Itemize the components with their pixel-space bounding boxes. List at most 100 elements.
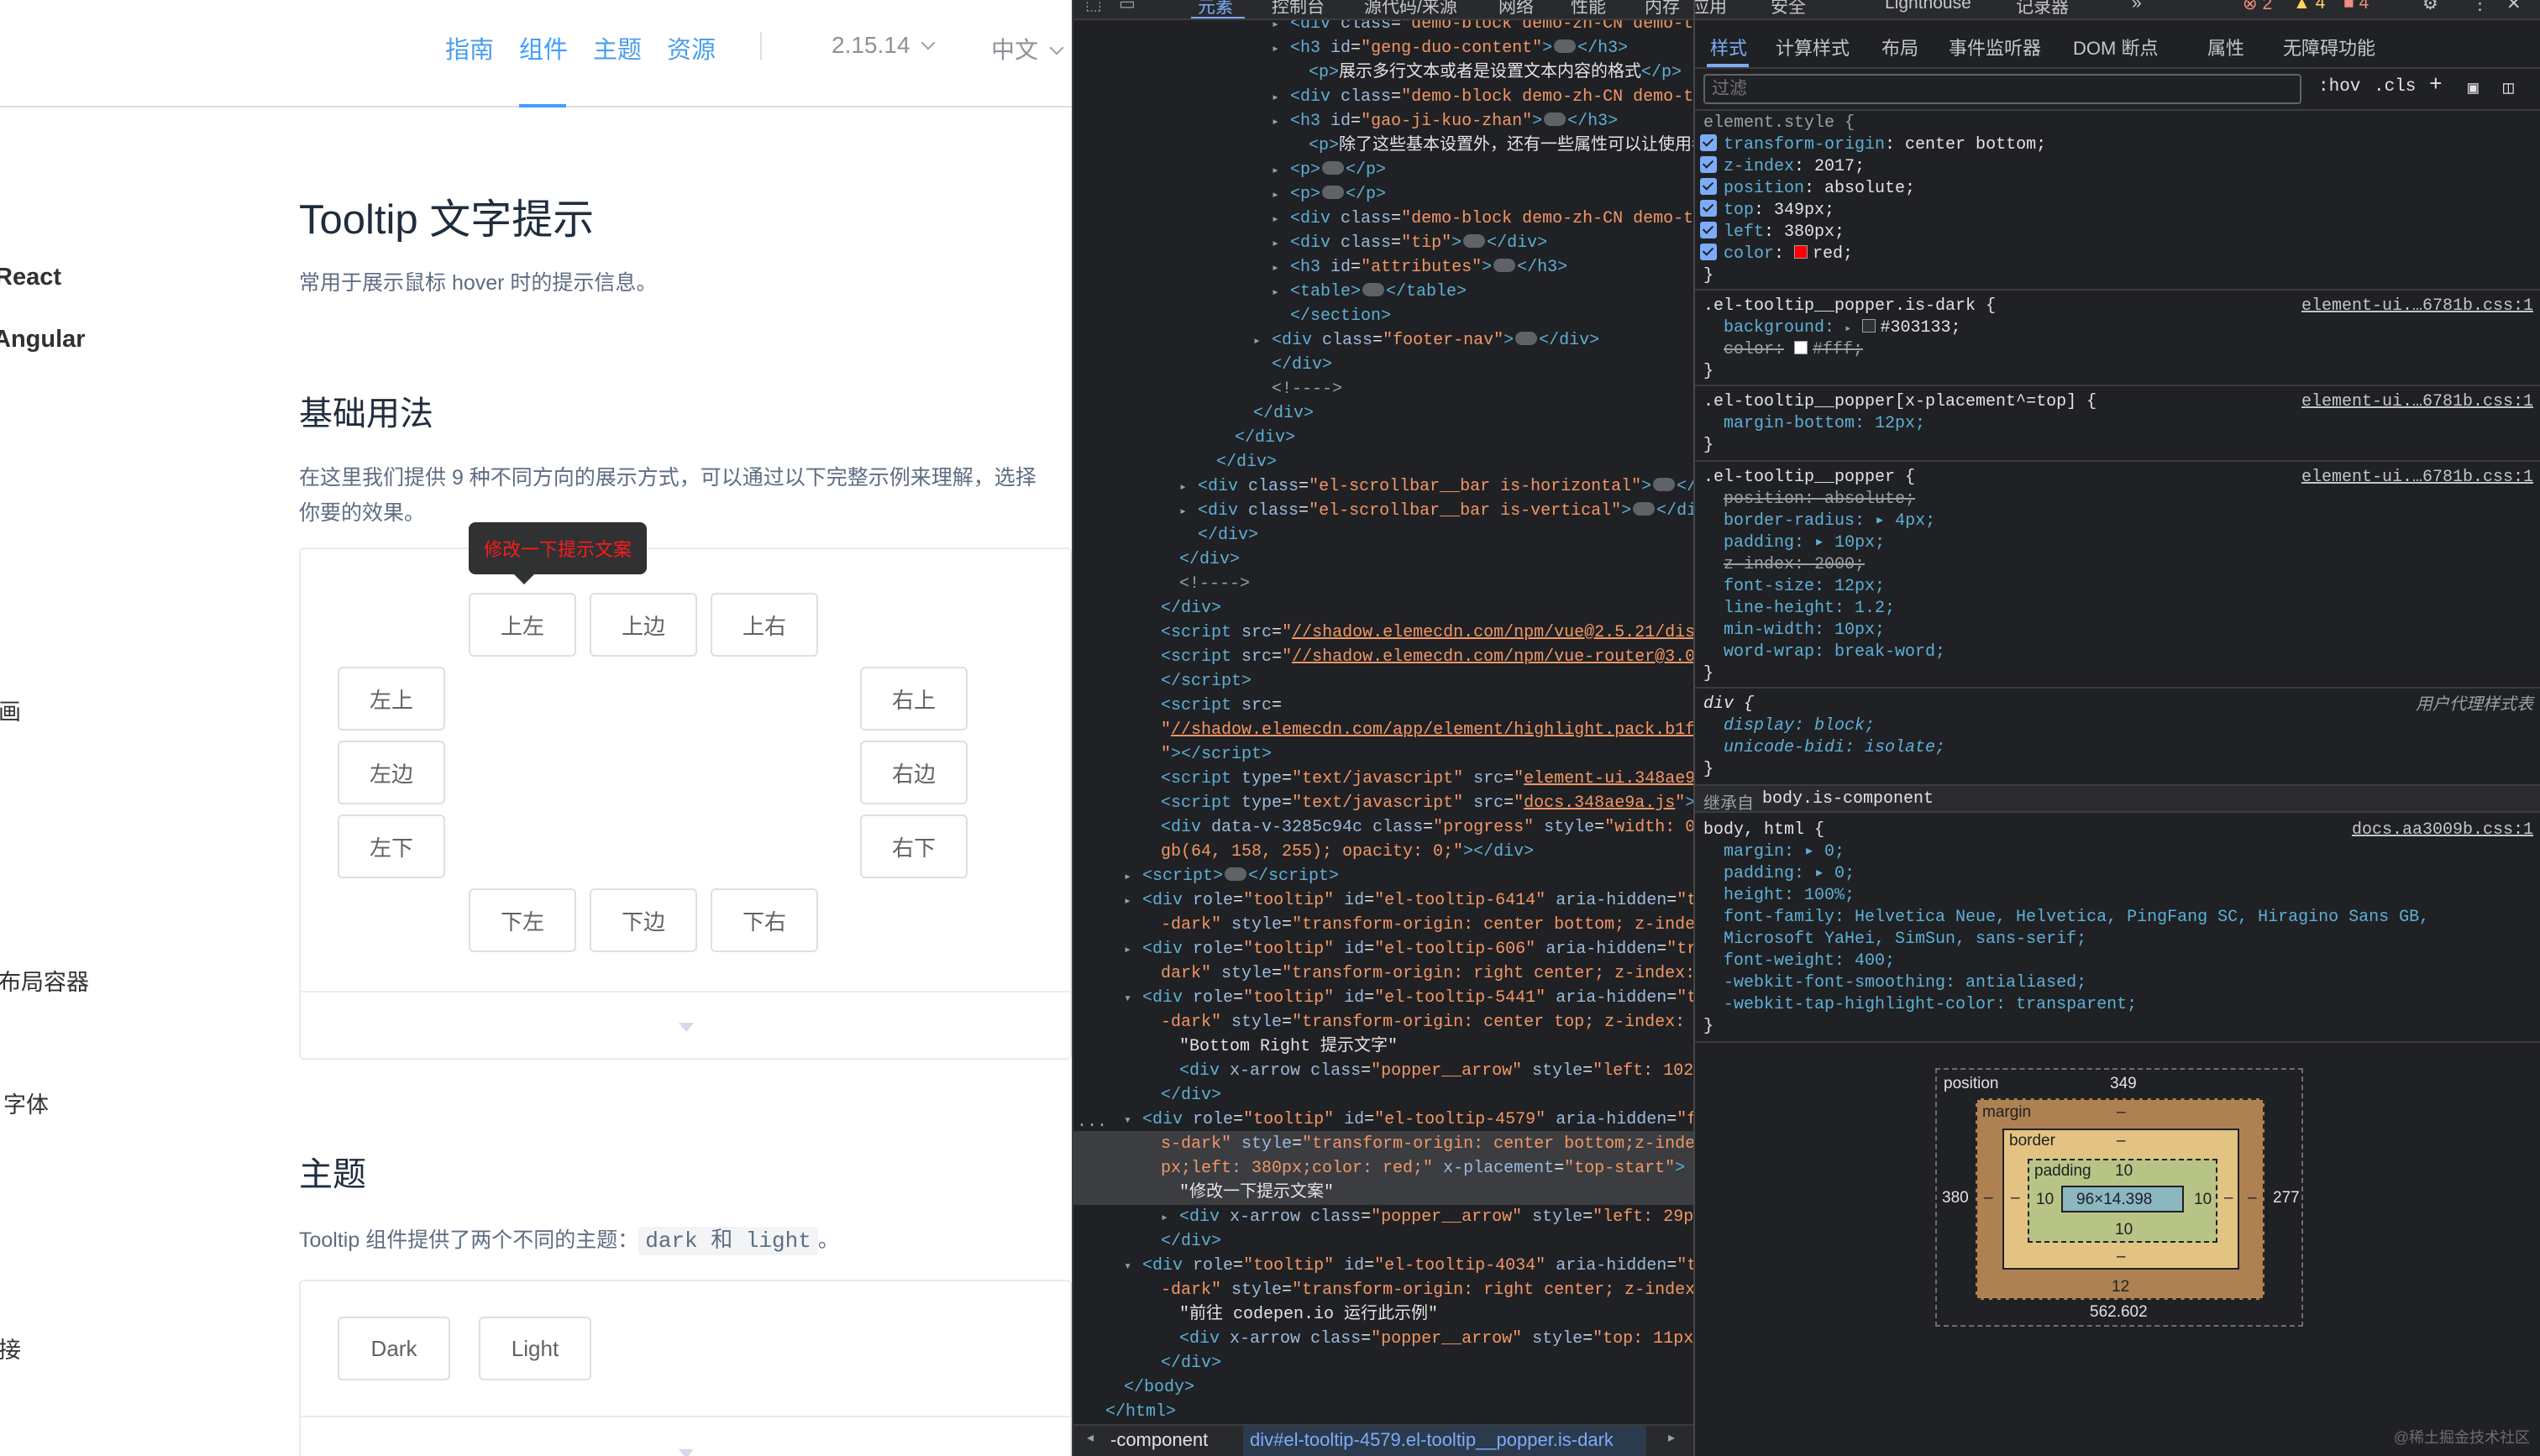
tab-performance[interactable]: 性能	[1571, 0, 1606, 18]
box-margin-left[interactable]: –	[1984, 1189, 1993, 1207]
warning-count[interactable]: ▲ 4	[2293, 0, 2325, 13]
element-style-declaration[interactable]: z-index: 2017;	[1695, 155, 2540, 178]
rule-is-dark-source[interactable]: element-ui.…6781b.css:1	[2301, 296, 2533, 317]
styles-tab-dom-breakpoints[interactable]: DOM 断点	[2073, 34, 2158, 60]
tab-network[interactable]: 网络	[1498, 0, 1534, 18]
dom-node-line[interactable]: ▸ <h3 id="geng-duo-content"> </h3>	[1272, 36, 1628, 60]
tab-elements[interactable]: 元素	[1198, 0, 1233, 18]
dom-node-line[interactable]: <script src=	[1142, 694, 1282, 718]
tooltip-bottom-start-button[interactable]: 下左	[469, 888, 576, 952]
sidebar-item-font[interactable]: 字体	[3, 1087, 49, 1119]
nav-guide[interactable]: 指南	[445, 30, 494, 65]
tab-memory[interactable]: 内存	[1645, 0, 1680, 18]
breadcrumb-next-icon[interactable]: ▸	[1668, 1429, 1675, 1446]
dom-node-line[interactable]: </div>	[1142, 1351, 1221, 1375]
collapsed-triangle-icon[interactable]: ▸	[1272, 37, 1290, 61]
collapsed-triangle-icon[interactable]: ▸	[1272, 256, 1290, 280]
declaration-checkbox[interactable]	[1700, 199, 1717, 217]
element-style-declaration[interactable]: color: red;	[1695, 243, 2540, 265]
demo-control[interactable]	[301, 991, 1070, 1060]
style-declaration[interactable]: line-height: 1.2;	[1724, 598, 2540, 620]
sidebar-item-react[interactable]: React	[0, 264, 61, 291]
dom-node-line[interactable]: "Bottom Right 提示文字"	[1161, 1034, 1398, 1059]
collapsed-triangle-icon[interactable]: ▸	[1272, 183, 1290, 207]
tab-sources[interactable]: 源代码/来源	[1364, 0, 1457, 18]
dom-node-line[interactable]: </section>	[1272, 304, 1391, 328]
theme-dark-button[interactable]: Dark	[338, 1317, 450, 1380]
declaration-checkbox[interactable]	[1700, 134, 1717, 151]
paint-icon[interactable]: ▣	[2468, 77, 2479, 99]
nav-theme[interactable]: 主题	[593, 30, 642, 65]
dom-node-line[interactable]: <script type="text/javascript" src="elem…	[1142, 767, 1693, 791]
box-position-top[interactable]: 349	[2110, 1075, 2137, 1093]
ellipsis-icon[interactable]: ···	[1077, 1113, 1107, 1138]
styles-tab-styles[interactable]: 样式	[1710, 34, 1747, 60]
style-declaration[interactable]: min-width: 10px;	[1724, 620, 2540, 642]
dom-node-line[interactable]: </div>	[1142, 596, 1221, 621]
sidebar-item-partial-2[interactable]: 接	[0, 1332, 21, 1364]
device-toolbar-icon[interactable]: ▭	[1119, 0, 1136, 14]
collapsed-triangle-icon[interactable]: ▸	[1272, 280, 1290, 305]
dom-node-line[interactable]: "//shadow.elemecdn.com/app/element/highl…	[1142, 718, 1693, 742]
box-padding-right[interactable]: 10	[2194, 1191, 2212, 1209]
color-swatch-white[interactable]	[1794, 340, 1808, 354]
tooltip-top-end-button[interactable]: 上右	[711, 593, 818, 657]
styles-tab-computed[interactable]: 计算样式	[1776, 34, 1850, 60]
dom-node-line[interactable]: -dark" style="transform-origin: center b…	[1142, 913, 1693, 937]
hov-toggle[interactable]: :hov	[2318, 77, 2360, 97]
tooltip-left-start-button[interactable]: 左上	[338, 667, 445, 731]
dom-node-line[interactable]: </script>	[1142, 669, 1252, 694]
settings-gear-icon[interactable]: ⚙	[2422, 0, 2438, 14]
box-border-left[interactable]: –	[2011, 1189, 2020, 1207]
tab-security[interactable]: 安全	[1771, 0, 1806, 18]
collapsed-triangle-icon[interactable]: ▸	[1272, 110, 1290, 134]
kebab-menu-icon[interactable]: ⋮	[2471, 0, 2489, 14]
declaration-checkbox[interactable]	[1700, 177, 1717, 195]
nav-resource[interactable]: 资源	[667, 30, 716, 65]
dom-node-line[interactable]: ▸ <div role="tooltip" id="el-tooltip-606"…	[1124, 937, 1693, 961]
dom-node-line[interactable]: ▸ <div class="footer-nav"> </div>	[1253, 328, 1599, 353]
dom-node-line[interactable]: ▸ <div class="tip"> </div>	[1272, 231, 1547, 255]
style-declaration[interactable]: display: block;	[1724, 715, 2540, 737]
dom-node-line[interactable]: ▸ <table> </table>	[1272, 280, 1467, 304]
dom-node-line[interactable]: </body>	[1105, 1375, 1194, 1400]
box-margin-bottom[interactable]: 12	[2112, 1278, 2129, 1296]
tooltip-bottom-end-button[interactable]: 下右	[711, 888, 818, 952]
more-tabs-icon[interactable]: »	[2132, 0, 2142, 13]
tooltip-top-start-button[interactable]: 上左	[469, 593, 576, 657]
box-border-right[interactable]: –	[2224, 1189, 2233, 1207]
box-border-top[interactable]: –	[2117, 1132, 2126, 1150]
tooltip-left-end-button[interactable]: 左下	[338, 814, 445, 878]
cls-toggle[interactable]: .cls	[2374, 77, 2416, 97]
breadcrumb-prev-icon[interactable]: ◂	[1087, 1429, 1094, 1446]
collapsed-triangle-icon[interactable]: ▸	[1272, 159, 1290, 183]
style-declaration[interactable]: -webkit-tap-highlight-color: transparent…	[1724, 994, 2540, 1016]
dom-node-line[interactable]: <script type="text/javascript" src="docs…	[1142, 791, 1693, 815]
box-padding-bottom[interactable]: 10	[2115, 1221, 2133, 1239]
rule-is-dark-background[interactable]: background: ▸ #303133;	[1724, 317, 2540, 339]
tooltip-right-end-button[interactable]: 右下	[860, 814, 968, 878]
style-declaration[interactable]: margin: ▸ 0;	[1724, 841, 2540, 863]
dom-node-line[interactable]: "修改一下提示文案"	[1161, 1181, 1334, 1205]
dom-node-line[interactable]: <!---->	[1253, 377, 1342, 401]
dom-node-line[interactable]: </html>	[1087, 1400, 1176, 1424]
dom-node-line[interactable]: </div>	[1253, 353, 1332, 377]
box-padding-top[interactable]: 10	[2115, 1162, 2133, 1181]
collapsed-triangle-icon[interactable]: ▸	[1272, 232, 1290, 256]
style-declaration[interactable]: font-size: 12px;	[1724, 576, 2540, 598]
collapsed-triangle-icon[interactable]: ▸	[1253, 329, 1272, 354]
box-position-right[interactable]: 277	[2273, 1189, 2300, 1207]
declaration-checkbox[interactable]	[1700, 221, 1717, 238]
dom-node-line[interactable]: -dark" style="transform-origin: center t…	[1142, 1010, 1693, 1034]
style-declaration[interactable]: font-family: Helvetica Neue, Helvetica, …	[1724, 907, 2540, 929]
box-padding-left[interactable]: 10	[2036, 1191, 2054, 1209]
tab-lighthouse[interactable]: Lighthouse	[1885, 0, 1971, 13]
dom-node-line[interactable]: ▾ <div role="tooltip" id="el-tooltip-4579…	[1124, 1108, 1693, 1132]
nav-component[interactable]: 组件	[519, 30, 568, 65]
dom-node-line[interactable]: </div>	[1216, 426, 1295, 450]
dom-node-line[interactable]: ▸ <div class="el-scrollbar__bar is-horizo…	[1179, 474, 1693, 499]
dom-node-line[interactable]: </div>	[1161, 547, 1240, 572]
issue-count[interactable]: ■ 4	[2343, 0, 2369, 13]
dom-node-line[interactable]: ▾ <div role="tooltip" id="el-tooltip-5441…	[1124, 986, 1693, 1010]
dom-node-line[interactable]: ▸ <p> </p>	[1272, 182, 1386, 207]
